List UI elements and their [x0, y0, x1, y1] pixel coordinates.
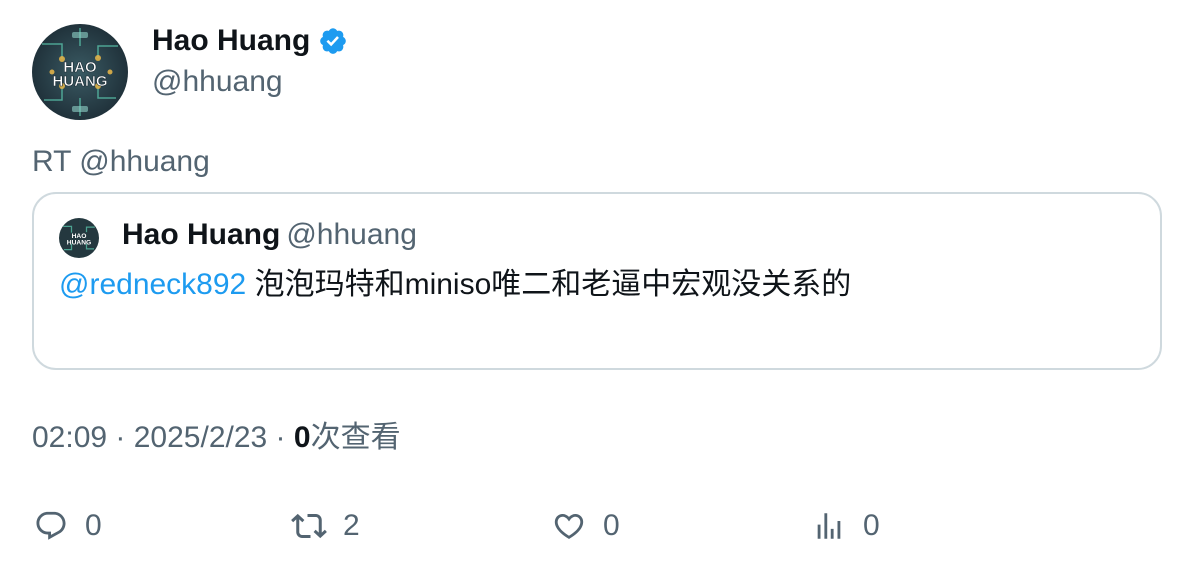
reply-button[interactable]: 0 — [32, 506, 102, 546]
avatar-image: HAO HUANG — [32, 24, 128, 120]
quote-tweet-card[interactable]: HAO HUANG Hao Huang @hhuang @redneck892 泡… — [32, 192, 1162, 370]
views-count: 0 — [293, 421, 311, 454]
author-name[interactable]: Hao Huang — [152, 22, 348, 60]
quote-author-handle[interactable]: @hhuang — [286, 218, 417, 251]
like-count: 0 — [603, 509, 620, 542]
quote-avatar-text-line2: HUANG — [67, 240, 91, 247]
tweet-meta: 02:09 · 2025/2/23 · 0次查看 — [32, 419, 401, 457]
views-button[interactable]: 0 — [810, 506, 880, 546]
quote-author[interactable]: Hao Huang @hhuang — [122, 216, 417, 254]
views-label: 次查看 — [310, 421, 401, 454]
avatar-text-line2: HUANG — [53, 73, 108, 90]
reply-count: 0 — [85, 509, 102, 542]
retweet-button[interactable]: 2 — [290, 506, 360, 546]
mention-link[interactable]: @redneck892 — [59, 268, 246, 301]
author-handle[interactable]: @hhuang — [152, 63, 283, 101]
retweet-icon — [290, 507, 328, 545]
quote-avatar-image: HAO HUANG — [59, 218, 99, 258]
retweet-count: 2 — [343, 509, 360, 542]
tweet-text: RT @hhuang — [32, 145, 210, 178]
like-button[interactable]: 0 — [550, 506, 620, 546]
like-icon — [550, 507, 588, 545]
avatar[interactable]: HAO HUANG — [32, 24, 128, 120]
verified-badge-icon — [320, 28, 347, 54]
views-icon — [810, 507, 848, 545]
meta-separator: · — [107, 421, 134, 454]
reply-icon — [32, 507, 70, 545]
quote-body-text: 泡泡玛特和miniso唯二和老逼中宏观没关系的 — [246, 268, 852, 301]
quote-author-name[interactable]: Hao Huang — [122, 218, 280, 251]
tweet-date[interactable]: 2025/2/23 — [134, 421, 267, 454]
quote-avatar[interactable]: HAO HUANG — [59, 218, 99, 258]
views-action-count: 0 — [863, 509, 880, 542]
tweet-time[interactable]: 02:09 — [32, 421, 107, 454]
quote-text: @redneck892 泡泡玛特和miniso唯二和老逼中宏观没关系的 — [59, 265, 851, 305]
author-name-text[interactable]: Hao Huang — [152, 22, 310, 60]
meta-separator-2: · — [267, 421, 294, 454]
quote-avatar-text-line1: HAO — [72, 233, 87, 240]
